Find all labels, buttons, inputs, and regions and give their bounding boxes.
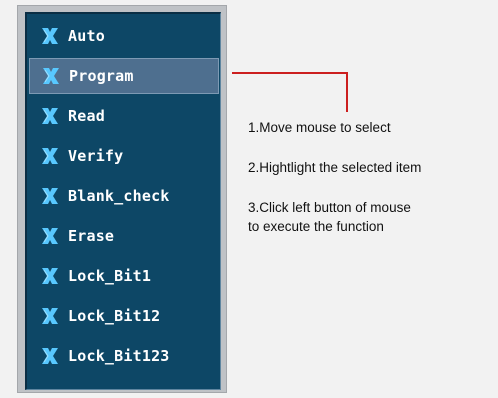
instruction-step-1: 1.Move mouse to select (248, 120, 391, 135)
instruction-step-3-line-1: 3.Click left button of mouse (248, 200, 411, 215)
instruction-step-3-line-2: to execute the function (248, 219, 384, 234)
instruction-step-2: 2.Hightlight the selected item (248, 160, 422, 175)
instruction-notes: 1.Move mouse to select 2.Hightlight the … (248, 118, 493, 236)
